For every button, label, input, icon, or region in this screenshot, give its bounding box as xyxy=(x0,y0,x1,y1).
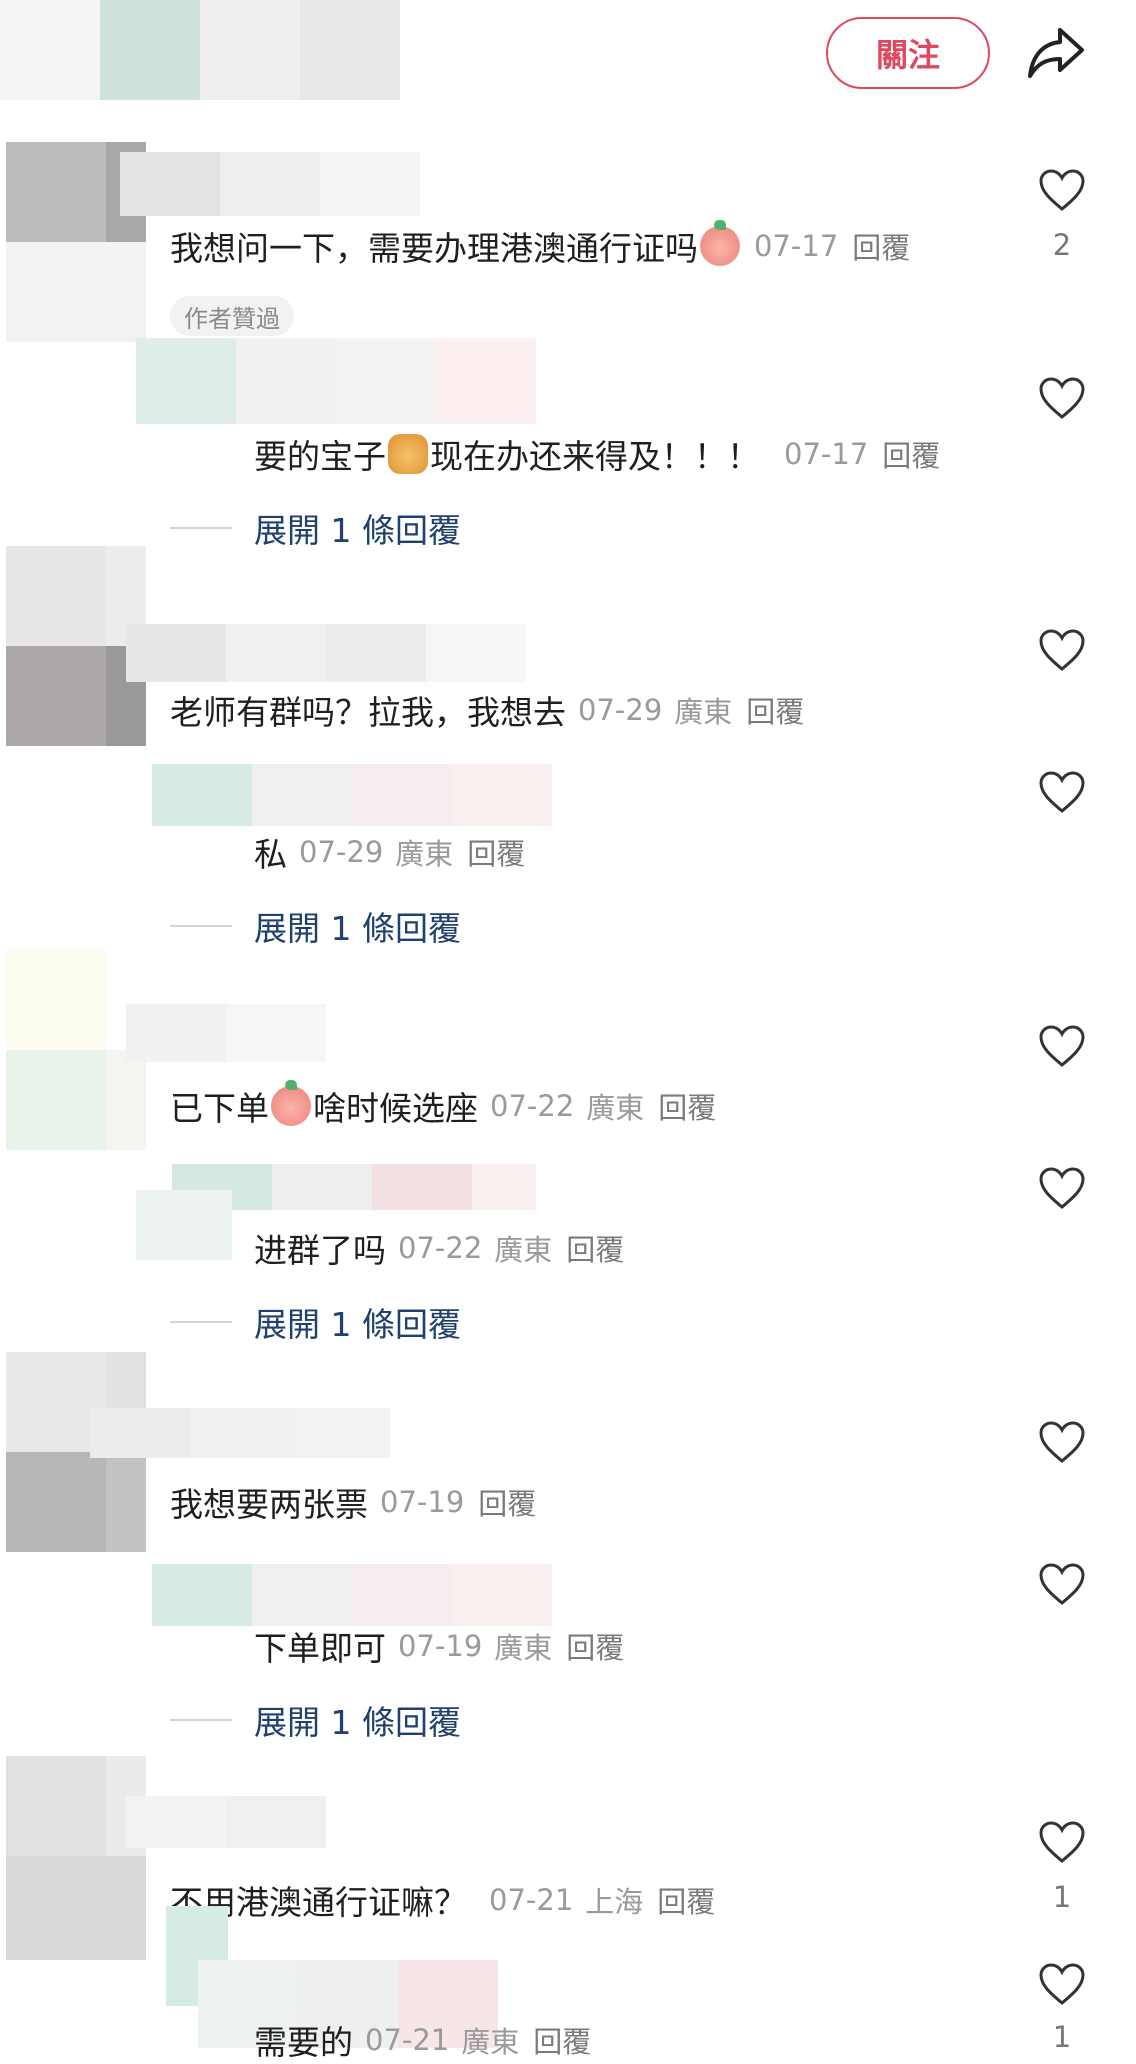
divider xyxy=(170,1321,232,1323)
reply-button[interactable]: 回覆 xyxy=(882,433,940,475)
reply-item[interactable]: 私 07-29 廣東 回覆 xyxy=(254,828,525,876)
reply-item[interactable]: 需要的 07-21 廣東 回覆 xyxy=(254,2016,591,2064)
comment-location: 廣東 xyxy=(674,695,733,729)
expand-replies-link[interactable]: 展開 1 條回覆 xyxy=(170,902,461,950)
heart-outline-icon[interactable] xyxy=(1038,1024,1086,1068)
reply-location: 廣東 xyxy=(494,1631,553,1665)
reply-text: 进群了吗 xyxy=(254,1231,386,1270)
reply-button[interactable]: 回覆 xyxy=(467,831,525,873)
reply-button[interactable]: 回覆 xyxy=(533,2019,591,2061)
reply-location: 廣東 xyxy=(461,2025,520,2059)
reply-item[interactable]: 进群了吗 07-22 廣東 回覆 xyxy=(254,1224,624,1272)
heart-outline-icon[interactable] xyxy=(1038,1562,1086,1606)
like-count: 2 xyxy=(1052,228,1072,262)
heart-outline-icon[interactable] xyxy=(1038,1962,1086,2006)
reply-text: 要的宝子 xyxy=(254,437,386,476)
reply-date: 07-29 xyxy=(299,835,384,869)
reply-location: 廣東 xyxy=(395,837,454,871)
comment-text: 老师有群吗？拉我，我想去 xyxy=(170,693,566,732)
reply-item[interactable]: 要的宝子 现在办还来得及！！！ 07-17 回覆 xyxy=(254,430,940,478)
comment-item[interactable]: 已下单 啥时候选座 07-22 廣東 回覆 xyxy=(170,1080,716,1130)
comment-date: 07-22 xyxy=(490,1089,575,1123)
reply-button[interactable]: 回覆 xyxy=(657,1879,715,1921)
comment-item[interactable]: 我想要两张票 07-19 回覆 xyxy=(170,1478,536,1526)
reply-button[interactable]: 回覆 xyxy=(478,1481,536,1523)
comment-location: 上海 xyxy=(585,1885,644,1919)
reply-location: 廣東 xyxy=(494,1233,553,1267)
comment-date: 07-21 xyxy=(489,1883,574,1917)
comment-date: 07-29 xyxy=(578,693,663,727)
divider xyxy=(170,527,232,529)
share-arrow-icon[interactable] xyxy=(1026,22,1086,82)
like-count: 1 xyxy=(1052,1880,1072,1914)
comment-date: 07-19 xyxy=(380,1485,465,1519)
expand-replies-link[interactable]: 展開 1 條回覆 xyxy=(170,1298,461,1346)
heart-outline-icon[interactable] xyxy=(1038,1166,1086,1210)
like-count: 1 xyxy=(1052,2020,1072,2054)
reply-text: 私 xyxy=(254,835,287,874)
comment-location: 廣東 xyxy=(586,1091,645,1125)
divider xyxy=(170,925,232,927)
comment-text: 已下单 xyxy=(170,1089,269,1128)
author-liked-badge: 作者贊過 xyxy=(170,296,294,336)
comment-text-continued: 啥时候选座 xyxy=(313,1089,478,1128)
reply-text: 下单即可 xyxy=(254,1629,386,1668)
reply-date: 07-21 xyxy=(365,2023,450,2057)
comment-item[interactable]: 不用港澳通行证嘛？ 07-21 上海 回覆 xyxy=(170,1876,715,1924)
reply-button[interactable]: 回覆 xyxy=(746,689,804,731)
peach-emoji-icon xyxy=(271,1080,311,1126)
expand-replies-link[interactable]: 展開 1 條回覆 xyxy=(170,1696,461,1744)
comment-text: 我想问一下，需要办理港澳通行证吗 xyxy=(170,229,698,268)
expand-replies-link[interactable]: 展開 1 條回覆 xyxy=(170,504,461,552)
heart-outline-icon[interactable] xyxy=(1038,168,1086,212)
reply-date: 07-19 xyxy=(398,1629,483,1663)
reply-button[interactable]: 回覆 xyxy=(658,1085,716,1127)
cat-emoji-icon xyxy=(388,434,428,474)
heart-outline-icon[interactable] xyxy=(1038,628,1086,672)
reply-text: 需要的 xyxy=(254,2023,353,2062)
reply-date: 07-22 xyxy=(398,1231,483,1265)
reply-date: 07-17 xyxy=(784,437,869,471)
reply-button[interactable]: 回覆 xyxy=(566,1625,624,1667)
reply-item[interactable]: 下单即可 07-19 廣東 回覆 xyxy=(254,1622,624,1670)
heart-outline-icon[interactable] xyxy=(1038,770,1086,814)
reply-button[interactable]: 回覆 xyxy=(566,1227,624,1269)
comment-item[interactable]: 老师有群吗？拉我，我想去 07-29 廣東 回覆 xyxy=(170,686,804,734)
peach-emoji-icon xyxy=(700,220,740,266)
divider xyxy=(170,1719,232,1721)
heart-outline-icon[interactable] xyxy=(1038,1420,1086,1464)
heart-outline-icon[interactable] xyxy=(1038,1820,1086,1864)
heart-outline-icon[interactable] xyxy=(1038,376,1086,420)
comment-date: 07-17 xyxy=(754,229,839,263)
follow-button[interactable]: 關注 xyxy=(826,17,990,89)
reply-button[interactable]: 回覆 xyxy=(852,225,910,267)
comment-text: 我想要两张票 xyxy=(170,1485,368,1524)
comment-item[interactable]: 我想问一下，需要办理港澳通行证吗 07-17 回覆 xyxy=(170,220,910,270)
reply-text-continued: 现在办还来得及！！！ xyxy=(430,437,760,476)
